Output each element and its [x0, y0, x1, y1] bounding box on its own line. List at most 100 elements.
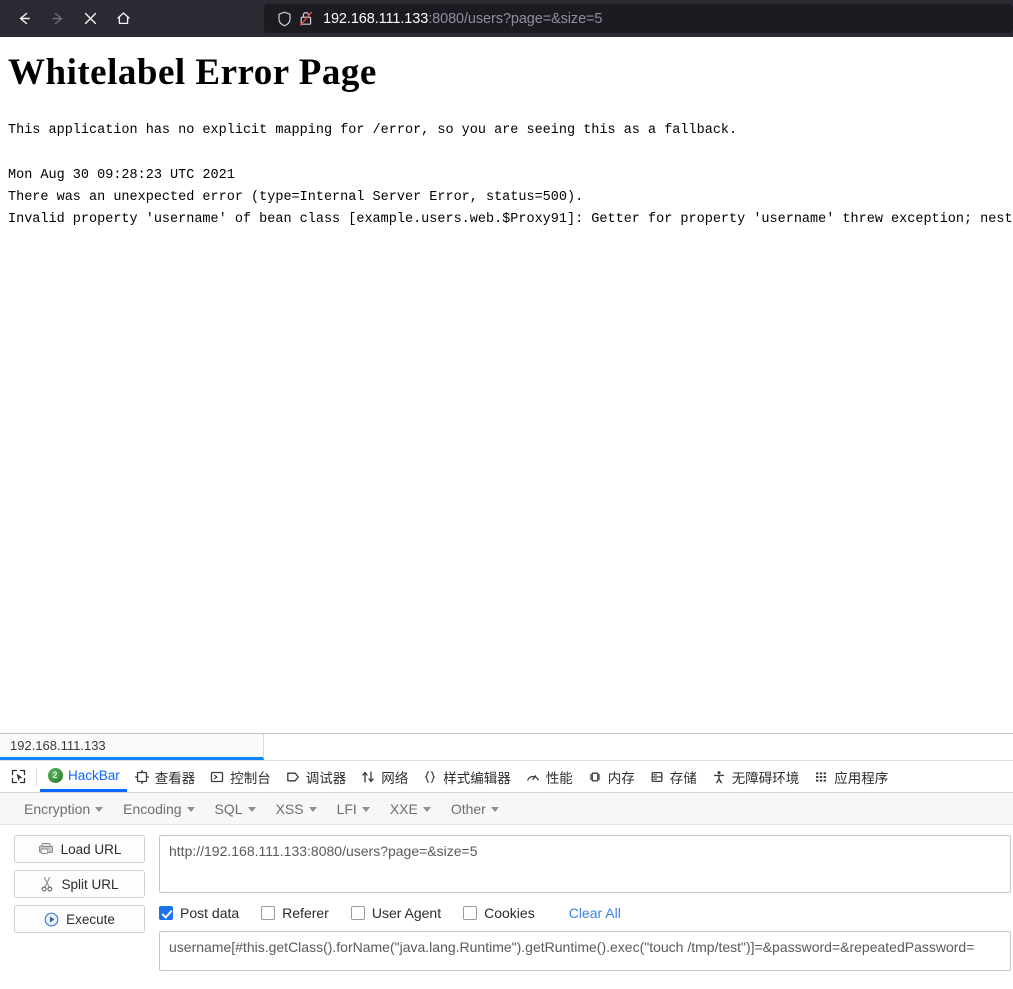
- storage-icon: [649, 769, 665, 785]
- checkbox-label: User Agent: [371, 905, 442, 921]
- hackbar-logo-icon: 2: [47, 767, 63, 783]
- shield-icon[interactable]: [273, 9, 295, 29]
- stop-button[interactable]: [74, 4, 107, 34]
- menu-label: Encryption: [24, 800, 91, 817]
- page-title: Whitelabel Error Page: [8, 52, 377, 93]
- menu-label: XSS: [275, 800, 304, 817]
- accessibility-icon: [711, 769, 727, 785]
- hackbar-menu-encryption[interactable]: Encryption: [14, 797, 113, 821]
- arrow-right-icon: [52, 12, 63, 25]
- menu-label: Encoding: [123, 800, 182, 817]
- arrow-left-icon: [19, 12, 30, 25]
- chevron-down-icon: [308, 807, 317, 812]
- page-content: Whitelabel Error Page This application h…: [0, 37, 1013, 733]
- devtools-tab-hackbar[interactable]: 2 HackBar: [40, 761, 127, 792]
- devtools-target-tabstrip: 192.168.111.133: [0, 734, 1013, 761]
- chevron-down-icon: [95, 807, 104, 812]
- hackbar-menu-xss[interactable]: XSS: [266, 797, 327, 821]
- devtools-panel: 192.168.111.133 2 HackBar 查看器 控制台 调试器 网络…: [0, 733, 1013, 989]
- url-host: 192.168.111.133: [323, 10, 429, 27]
- chevron-down-icon: [186, 807, 195, 812]
- error-summary: There was an unexpected error (type=Inte…: [8, 190, 584, 205]
- devtools-tab-toolbar: 2 HackBar 查看器 控制台 调试器 网络 样式编辑器 性能 内存 存储 …: [0, 761, 1013, 793]
- menu-label: XXE: [389, 800, 418, 817]
- chevron-down-icon: [422, 807, 431, 812]
- hackbar-actions: Load URL Split URL Execute: [14, 835, 159, 971]
- scissors-icon: [40, 876, 54, 892]
- devtools-tab-application[interactable]: 应用程序: [806, 761, 895, 792]
- button-label: Execute: [66, 911, 115, 927]
- devtools-tab-label: HackBar: [68, 767, 120, 783]
- chevron-down-icon: [361, 807, 370, 812]
- checkbox-box: [463, 906, 478, 920]
- split-url-button[interactable]: Split URL: [14, 870, 145, 898]
- hackbar-menu-xxe[interactable]: XXE: [380, 797, 441, 821]
- devtools-tab-storage[interactable]: 存储: [642, 761, 704, 792]
- devtools-tab-label: 存储: [669, 770, 697, 786]
- cookies-checkbox[interactable]: Cookies: [463, 905, 535, 921]
- button-label: Load URL: [60, 841, 122, 857]
- post-data-input[interactable]: username[#this.getClass().forName("java.…: [159, 931, 1011, 971]
- devtools-tab-network[interactable]: 网络: [353, 761, 415, 792]
- devtools-tab-style-editor[interactable]: 样式编辑器: [415, 761, 518, 792]
- hackbar-menu-sql[interactable]: SQL: [205, 797, 266, 821]
- url-input[interactable]: http://192.168.111.133:8080/users?page=&…: [159, 835, 1011, 893]
- url-path: :8080/users?page=&size=5: [428, 10, 603, 27]
- toolbar-divider: [36, 767, 37, 786]
- devtools-tab-memory[interactable]: 内存: [580, 761, 642, 792]
- devtools-tab-label: 应用程序: [834, 770, 889, 786]
- hackbar-body: Load URL Split URL Execute http://192.16…: [0, 825, 1013, 971]
- referer-checkbox[interactable]: Referer: [261, 905, 329, 921]
- devtools-tab-label: 查看器: [154, 770, 196, 786]
- devtools-tab-label: 控制台: [230, 770, 271, 786]
- devtools-tab-console[interactable]: 控制台: [202, 761, 278, 792]
- menu-label: LFI: [336, 800, 357, 817]
- page-paragraph: This application has no explicit mapping…: [8, 123, 738, 138]
- navigation-buttons: [0, 4, 140, 34]
- home-icon: [117, 12, 130, 25]
- menu-label: Other: [450, 800, 486, 817]
- style-editor-icon: [422, 769, 438, 785]
- error-message: Invalid property 'username' of bean clas…: [8, 212, 1013, 227]
- chevron-down-icon: [490, 807, 499, 812]
- load-url-button[interactable]: Load URL: [14, 835, 145, 863]
- devtools-tab-label: 内存: [607, 770, 635, 786]
- post-data-checkbox[interactable]: Post data: [159, 905, 239, 921]
- hackbar-menu-other[interactable]: Other: [441, 797, 509, 821]
- inspector-icon: [134, 769, 150, 785]
- devtools-tab-label: 性能: [545, 770, 573, 786]
- hackbar-menu-lfi[interactable]: LFI: [327, 797, 380, 821]
- checkbox-box: [350, 906, 365, 920]
- application-icon: [813, 769, 829, 785]
- element-picker-icon[interactable]: [4, 764, 32, 790]
- devtools-target-tab[interactable]: 192.168.111.133: [0, 734, 264, 760]
- url-text: 192.168.111.133:8080/users?page=&size=5: [323, 11, 602, 27]
- memory-icon: [587, 769, 603, 785]
- devtools-tab-label: 网络: [381, 770, 409, 786]
- close-icon: [84, 12, 97, 25]
- console-icon: [209, 769, 225, 785]
- url-bar[interactable]: 192.168.111.133:8080/users?page=&size=5: [264, 4, 1013, 33]
- performance-icon: [525, 769, 541, 785]
- menu-label: SQL: [214, 800, 243, 817]
- devtools-tab-inspector[interactable]: 查看器: [127, 761, 203, 792]
- devtools-tab-label: 样式编辑器: [443, 770, 511, 786]
- clear-all-link[interactable]: Clear All: [569, 905, 621, 921]
- home-button[interactable]: [107, 4, 140, 34]
- back-button[interactable]: [8, 4, 41, 34]
- hackbar-menu-encoding[interactable]: Encoding: [113, 797, 204, 821]
- user-agent-checkbox[interactable]: User Agent: [350, 905, 442, 921]
- play-icon: [44, 912, 59, 927]
- forward-button[interactable]: [41, 4, 74, 34]
- execute-button[interactable]: Execute: [14, 905, 145, 933]
- devtools-tab-debugger[interactable]: 调试器: [278, 761, 354, 792]
- error-details: Mon Aug 30 09:28:23 UTC 2021 There was a…: [0, 166, 1013, 230]
- lock-crossed-out-icon[interactable]: [295, 9, 317, 29]
- devtools-tab-label: 无障碍环境: [731, 770, 800, 786]
- hackbar-panel: Encryption Encoding SQL XSS LFI XXE Othe…: [0, 793, 1013, 989]
- devtools-tab-accessibility[interactable]: 无障碍环境: [704, 761, 807, 792]
- devtools-tab-performance[interactable]: 性能: [518, 761, 580, 792]
- checkbox-label: Referer: [282, 905, 329, 921]
- hackbar-fields: http://192.168.111.133:8080/users?page=&…: [159, 835, 1013, 971]
- chevron-down-icon: [247, 807, 256, 812]
